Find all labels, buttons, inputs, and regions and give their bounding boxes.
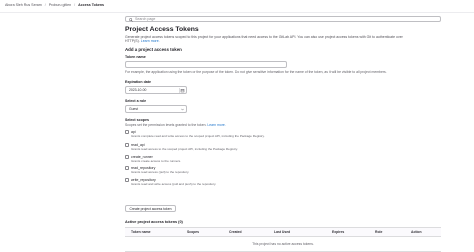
scope-description: Grants complete read and write access to…	[131, 133, 265, 138]
column-header-last-used[interactable]: Last Used	[274, 230, 290, 234]
active-tokens-heading: Active project access tokens (0)	[125, 220, 183, 224]
column-header-created[interactable]: Created	[229, 230, 242, 234]
page-title: Project Access Tokens	[125, 26, 199, 33]
checkbox-box[interactable]	[125, 143, 129, 147]
column-header-scopes[interactable]: Scopes	[187, 230, 199, 234]
top-bar: Abora Sleh Rus Seram / Proburu gitlen / Acce…	[0, 0, 474, 13]
empty-state-text: This project has no active access tokens…	[252, 242, 314, 246]
breadcrumb-item-group[interactable]: Abora Sleh Rus Seram	[5, 3, 42, 7]
chevron-down-icon	[181, 108, 184, 111]
column-header-role[interactable]: Role	[375, 230, 382, 234]
create-token-button-label: Create project access token	[129, 207, 172, 212]
learn-more-link[interactable]: Learn more.	[141, 39, 160, 43]
page-description-text: Generate project access tokens scoped to…	[125, 34, 403, 39]
table-body: This project has no active access tokens…	[125, 237, 441, 252]
scopes-learn-more-link[interactable]: Learn more.	[207, 123, 225, 127]
expiration-date-value: 2023-10-00	[129, 88, 147, 92]
scope-description: Grants read access to the scoped project…	[131, 146, 238, 151]
calendar-icon[interactable]	[179, 88, 185, 93]
breadcrumb-separator: /	[74, 3, 76, 7]
active-tokens-table: Token name Scopes Created Last Used Expi…	[125, 227, 441, 252]
search-placeholder: Search page	[135, 17, 156, 22]
add-token-heading: Add a project access token	[125, 47, 182, 52]
scopes-help: Scopes set the permission levels granted…	[125, 123, 226, 127]
table-header: Token name Scopes Created Last Used Expi…	[125, 228, 441, 237]
expiration-date-label: Expiration date	[125, 80, 151, 84]
column-header-action: Action	[411, 230, 422, 234]
checkbox-box[interactable]	[125, 166, 129, 170]
column-header-expires[interactable]: Expires	[332, 230, 344, 234]
role-select[interactable]: Guest	[125, 105, 187, 113]
breadcrumb-item-current[interactable]: Access Tokens	[78, 3, 104, 7]
page-description: Generate project access tokens scoped to…	[125, 35, 441, 44]
checkbox-box[interactable]	[125, 130, 129, 134]
token-name-label: Token name	[125, 55, 146, 59]
expiration-date-field[interactable]: 2023-10-00	[125, 86, 187, 94]
scope-description: Grants create access to the runners.	[131, 158, 182, 163]
scope-description: Grants read access (pull) to the reposit…	[131, 169, 190, 174]
token-name-field[interactable]	[125, 61, 287, 68]
role-label: Select a role	[125, 99, 147, 103]
breadcrumb-separator: /	[44, 3, 46, 7]
scopes-label: Select scopes	[125, 118, 149, 122]
scopes-help-text: Scopes set the permission levels granted…	[125, 123, 207, 127]
column-header-token-name[interactable]: Token name	[131, 230, 151, 234]
checkbox-box[interactable]	[125, 155, 129, 159]
breadcrumb: Abora Sleh Rus Seram / Proburu gitlen / Acce…	[5, 3, 104, 7]
checkbox-box[interactable]	[125, 178, 129, 182]
create-token-button[interactable]: Create project access token	[125, 205, 176, 212]
role-select-value: Guest	[129, 107, 139, 111]
scope-description: Grants read and write access (pull and p…	[131, 181, 217, 186]
search-icon	[129, 17, 133, 22]
breadcrumb-item-project[interactable]: Proburu gitlen	[49, 3, 71, 7]
token-name-help: For example, the application using the t…	[125, 70, 387, 74]
page-description-text-2: HTTP(S).	[125, 38, 140, 43]
search-input[interactable]: Search page	[125, 16, 441, 22]
